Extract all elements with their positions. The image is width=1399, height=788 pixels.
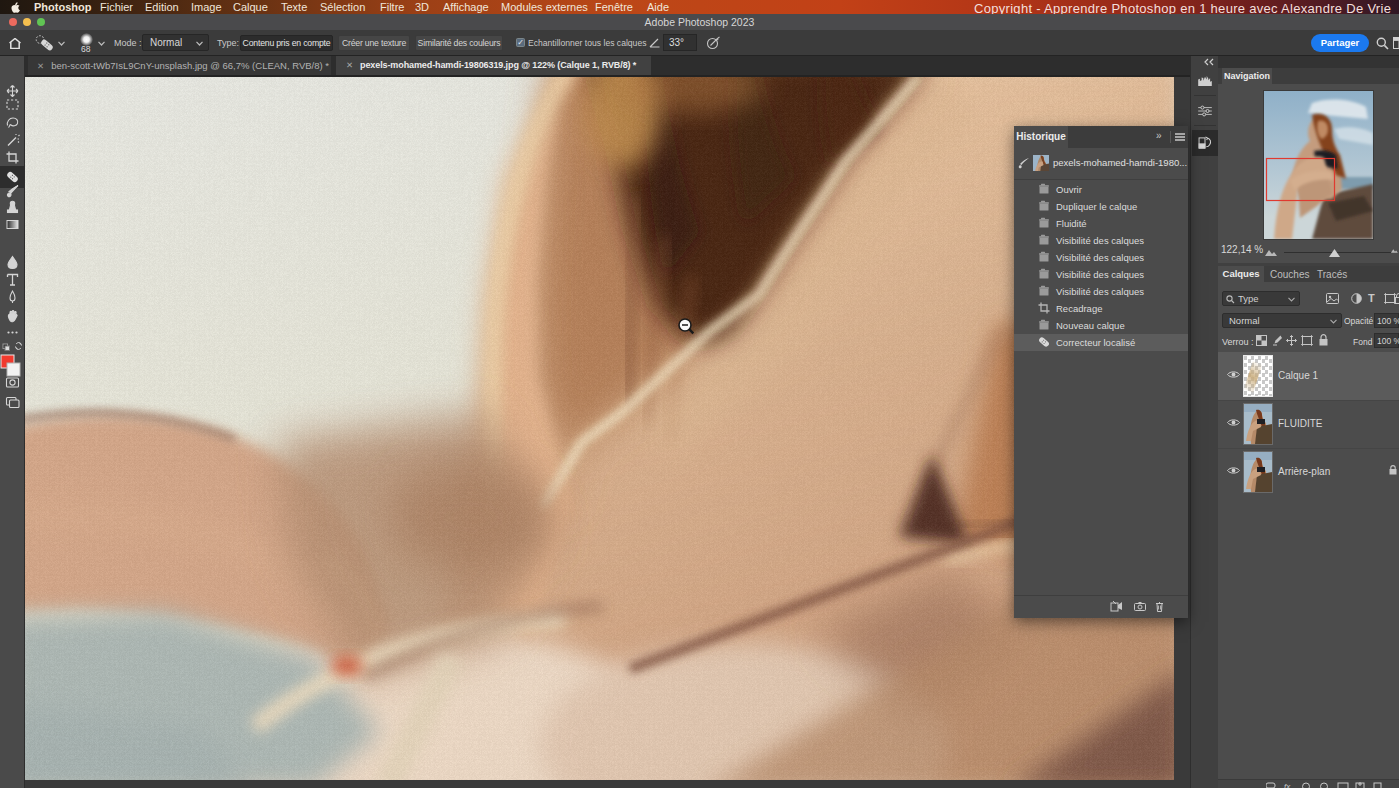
svg-text:fx: fx [1284, 782, 1291, 788]
